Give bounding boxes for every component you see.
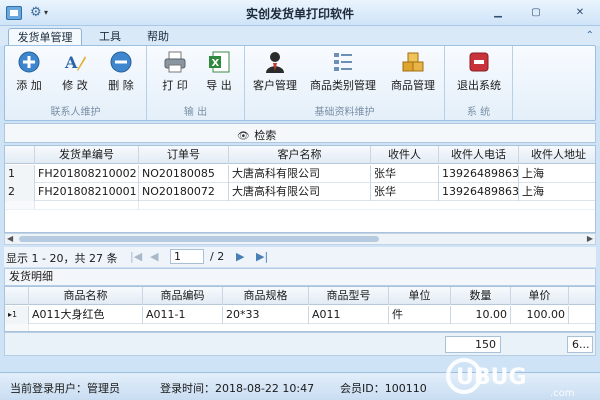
ribbon-group-master-data: 客户管理 商品类别管理 商品管理 基础资料维护 [245, 46, 445, 120]
next-page-icon[interactable]: ▶ [236, 250, 244, 263]
shipping-detail-table: 商品名称 商品编码 商品规格 商品型号 单位 数量 单价 ▸1 A011大身红色… [4, 286, 596, 332]
customer-management-button[interactable]: 客户管理 [249, 48, 301, 93]
scroll-left-icon[interactable]: ◀ [7, 234, 13, 244]
window-title: 实创发货单打印软件 [245, 7, 354, 21]
binoculars-icon: 👁 [237, 131, 250, 142]
upper-horizontal-scrollbar[interactable]: ◀ ▶ [4, 233, 596, 245]
table-header: 商品名称 商品编码 商品规格 商品型号 单位 数量 单价 [5, 287, 595, 305]
column-header[interactable]: 单位 [389, 287, 451, 305]
column-header[interactable]: 收件人电话 [439, 146, 519, 164]
tab-help[interactable]: 帮助 [136, 28, 180, 46]
product-management-button[interactable]: 商品管理 [385, 48, 441, 93]
column-header[interactable]: 商品编码 [143, 287, 223, 305]
export-button[interactable]: X 导 出 [199, 48, 239, 93]
group-label-contacts: 联系人维护 [50, 107, 101, 118]
category-management-button[interactable]: 商品类别管理 [307, 48, 379, 93]
previous-page-icon[interactable]: ◀ [150, 250, 158, 263]
search-button[interactable]: 👁 检索 [237, 127, 276, 143]
group-label-output: 输 出 [183, 107, 208, 118]
add-icon [18, 51, 40, 73]
search-bar: 👁 检索 [4, 123, 596, 143]
scroll-right-icon[interactable]: ▶ [587, 234, 593, 244]
login-time: 登录时间：2018-08-22 10:47 [160, 382, 315, 395]
customer-icon [266, 52, 284, 73]
minimize-icon[interactable]: ▁ [492, 7, 504, 18]
table-row[interactable]: 2 FH201808210001 NO20180072 大唐高科有限公司 张华 … [5, 183, 595, 201]
edit-button[interactable]: A 修 改 [55, 48, 95, 93]
search-label: 检索 [254, 129, 277, 142]
excel-export-icon: X [209, 51, 230, 73]
total-pages: / 2 [210, 250, 225, 263]
printer-icon [164, 51, 186, 73]
group-label-system: 系 统 [466, 107, 491, 118]
exit-icon [469, 52, 489, 72]
title-bar: ⚙ ▾ 实创发货单打印软件 ▁ ▢ ✕ [0, 0, 600, 26]
member-id: 会员ID：100110 [340, 382, 427, 395]
pager: 显示 1 - 20，共 27 条 |◀ ◀ 1 / 2 ▶ ▶| [4, 247, 596, 267]
svg-text:A: A [64, 53, 78, 72]
close-icon[interactable]: ✕ [574, 7, 586, 18]
product-boxes-icon [402, 52, 424, 72]
column-header[interactable]: 订单号 [139, 146, 229, 164]
column-header[interactable]: 单价 [511, 287, 569, 305]
detail-section-title: 发货明细 [4, 268, 596, 286]
shipping-order-table: 发货单编号 订单号 客户名称 收件人 收件人电话 收件人地址 1 FH20180… [4, 145, 596, 233]
column-header[interactable]: 收件人地址 [519, 146, 595, 164]
ribbon-group-system: 退出系统 系 统 [445, 46, 513, 120]
ribbon: 添 加 A 修 改 删 除 联系人维护 打 印 X 导 出 输 出 客户管理 商… [4, 45, 596, 121]
column-header[interactable]: 收件人 [371, 146, 439, 164]
table-row-partial [5, 201, 595, 210]
ribbon-group-output: 打 印 X 导 出 输 出 [147, 46, 245, 120]
last-page-icon[interactable]: ▶| [256, 250, 268, 263]
table-row[interactable]: 1 FH201808210002 NO20180085 大唐高科有限公司 张华 … [5, 165, 595, 183]
ribbon-group-contacts: 添 加 A 修 改 删 除 联系人维护 [5, 46, 147, 120]
total-amount: 6... [567, 336, 593, 353]
column-header[interactable]: 发货单编号 [35, 146, 139, 164]
row-pointer-icon: ▸1 [5, 306, 29, 324]
scroll-thumb[interactable] [19, 236, 379, 242]
page-number-input[interactable]: 1 [170, 249, 204, 264]
svg-text:X: X [212, 58, 220, 69]
record-summary: 显示 1 - 20，共 27 条 [6, 252, 118, 265]
watermark-subtext: .com [550, 388, 575, 399]
table-header: 发货单编号 订单号 客户名称 收件人 收件人电话 收件人地址 [5, 146, 595, 164]
group-label-master-data: 基础资料维护 [314, 107, 375, 118]
column-header[interactable]: 商品名称 [29, 287, 143, 305]
ribbon-tab-bar: 发货单管理 工具 帮助 ⌃ [0, 26, 600, 46]
delete-button[interactable]: 删 除 [101, 48, 141, 93]
add-button[interactable]: 添 加 [9, 48, 49, 93]
column-header[interactable]: 商品型号 [309, 287, 389, 305]
collapse-ribbon-icon[interactable]: ⌃ [586, 30, 594, 41]
delete-icon [110, 51, 132, 73]
total-quantity: 150 [445, 336, 501, 353]
column-header[interactable]: 客户名称 [229, 146, 371, 164]
column-header[interactable]: 商品规格 [223, 287, 309, 305]
table-row[interactable]: ▸1 A011大身红色 A011-1 20*33 A011 件 10.00 10… [5, 306, 595, 324]
table-row-partial [5, 324, 595, 331]
tab-tools[interactable]: 工具 [88, 28, 132, 46]
ubug-watermark-logo: UBUG .com [446, 358, 575, 399]
exit-system-button[interactable]: 退出系统 [451, 48, 507, 93]
print-button[interactable]: 打 印 [153, 48, 197, 93]
edit-pen-icon: A [64, 53, 86, 72]
watermark-text: UBUG [456, 365, 527, 390]
first-page-icon[interactable]: |◀ [130, 250, 142, 263]
maximize-icon[interactable]: ▢ [530, 7, 542, 18]
category-list-icon [334, 53, 352, 71]
current-user: 当前登录用户：管理员 [10, 382, 120, 395]
column-header[interactable]: 数量 [451, 287, 511, 305]
tab-shipping-management[interactable]: 发货单管理 [8, 28, 82, 46]
